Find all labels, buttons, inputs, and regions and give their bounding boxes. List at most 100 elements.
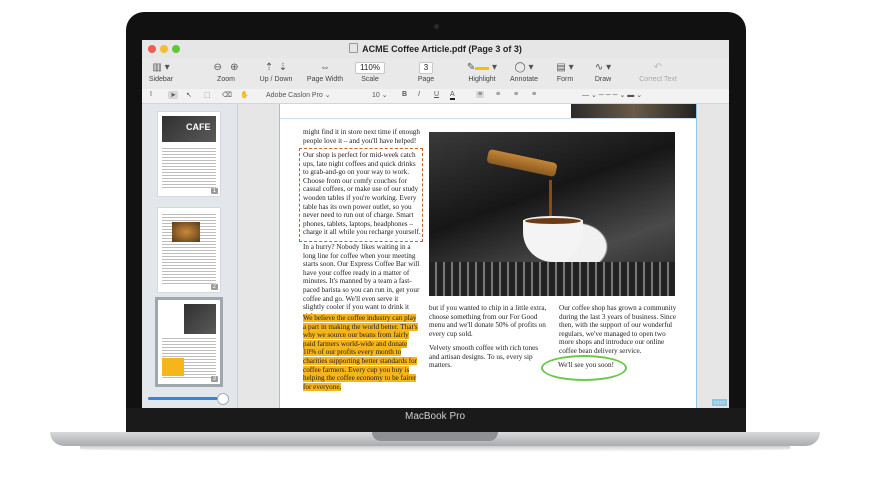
- main-toolbar: ▥ ▾ Sidebar ⊖ ⊕ Zoom ⇡ ⇣ Up / Down ⇔ Pag…: [142, 58, 729, 90]
- up-down-control[interactable]: ⇡ ⇣ Up / Down: [258, 61, 294, 83]
- highlight-button[interactable]: ✎ ▾ Highlight: [464, 61, 500, 83]
- header-photo-strip: [571, 104, 697, 118]
- laptop-notch: [372, 432, 498, 441]
- coffee-cup-rim: [523, 216, 583, 226]
- page-width-icon: ⇔: [320, 62, 330, 73]
- page-field[interactable]: 3: [408, 61, 444, 74]
- circle-drawing-annotation[interactable]: [541, 355, 627, 381]
- margin-guide-right: [696, 104, 697, 408]
- zoom-control[interactable]: ⊖ ⊕ Zoom: [206, 61, 246, 83]
- correct-text-button[interactable]: ↶ Correct Text: [634, 61, 682, 83]
- thumbnail-sidebar: CAFE 1 2 3: [142, 104, 238, 408]
- slider-fill: [148, 397, 222, 400]
- page-thumbnail[interactable]: 2: [158, 208, 220, 292]
- drip-tray: [429, 262, 675, 296]
- italic-button[interactable]: I: [418, 91, 420, 98]
- sidebar-label: Sidebar: [148, 76, 174, 83]
- scale-value[interactable]: 110%: [355, 62, 385, 74]
- page-value[interactable]: 3: [418, 62, 434, 74]
- align-left-icon[interactable]: ≡: [476, 91, 485, 98]
- speech-bubble-icon: ◯ ▾: [514, 62, 534, 73]
- highlight-pen-icon: ✎ ▾: [466, 62, 498, 73]
- highlight-label: Highlight: [468, 76, 496, 83]
- page-width-button[interactable]: ⇔ Page Width: [305, 61, 345, 83]
- thumbnail-page-number: 1: [210, 188, 218, 194]
- thumbnail-text-lines: [162, 146, 216, 190]
- thumbnail-cafe-text: CAFE: [186, 122, 211, 132]
- page-up-down-icon: ⇡ ⇣: [264, 62, 288, 73]
- zoom-label: Zoom: [217, 76, 235, 83]
- page-thumbnail-selected[interactable]: 3: [155, 297, 223, 387]
- pdf-page: might find it in store next time if enou…: [279, 104, 697, 408]
- select-arrow-tool-icon[interactable]: ➤: [168, 91, 178, 99]
- page-thumbnail[interactable]: CAFE 1: [158, 112, 220, 196]
- thumbnail-page-number: 2: [210, 284, 218, 290]
- font-size-select[interactable]: 10 ⌄: [372, 91, 388, 99]
- annotate-label: Annotate: [509, 76, 539, 83]
- hand-tool-icon[interactable]: ✋: [240, 91, 249, 99]
- sidebar-icon: ▥ ▾: [152, 62, 170, 73]
- correct-text-icon: ↶: [653, 62, 663, 73]
- annotate-button[interactable]: ◯ ▾ Annotate: [506, 61, 542, 83]
- page-width-label: Page Width: [306, 76, 344, 83]
- form-icon: ▤ ▾: [556, 62, 574, 73]
- align-right-icon[interactable]: ≡: [514, 91, 518, 98]
- page-corner-tag: ▭▭: [711, 399, 727, 406]
- highlighted-paragraph[interactable]: We believe the coffee industry can play …: [303, 314, 421, 391]
- portafilter-handle: [486, 148, 558, 178]
- thumbnail-size-slider[interactable]: [148, 393, 229, 405]
- article-paragraph[interactable]: but if you wanted to chip in a little ex…: [429, 304, 549, 338]
- page-label: Page: [417, 76, 435, 83]
- document-icon: [349, 43, 359, 53]
- scale-control[interactable]: 110% Scale: [352, 61, 388, 83]
- sidebar-button[interactable]: ▥ ▾ Sidebar: [148, 61, 174, 83]
- thumbnail-page-number: 3: [210, 376, 218, 382]
- article-paragraph[interactable]: In a hurry? Nobody likes waiting in a lo…: [303, 243, 421, 320]
- document-canvas: might find it in store next time if enou…: [238, 104, 729, 408]
- draw-icon: ∿ ▾: [594, 62, 612, 73]
- bold-button[interactable]: B: [402, 91, 407, 98]
- draw-button[interactable]: ∿ ▾ Draw: [588, 61, 618, 83]
- scale-field[interactable]: 110%: [352, 61, 388, 74]
- marquee-tool-icon[interactable]: ⬚: [204, 91, 211, 99]
- laptop-shadow: [80, 446, 790, 452]
- article-paragraph-selected[interactable]: Our shop is perfect for mid-week catch u…: [303, 151, 421, 237]
- slider-knob[interactable]: [216, 393, 229, 405]
- thumbnail-image: [172, 222, 200, 242]
- draw-label: Draw: [594, 76, 612, 83]
- thumbnail-image: [184, 304, 216, 334]
- correct-text-label: Correct Text: [639, 76, 677, 83]
- font-name: Adobe Caslon Pro: [266, 92, 323, 99]
- scale-label: Scale: [361, 76, 379, 83]
- coffee-cup: [523, 220, 583, 262]
- coffee-stream: [549, 180, 552, 220]
- form-button[interactable]: ▤ ▾ Form: [550, 61, 580, 83]
- title-bar: ACME Coffee Article.pdf (Page 3 of 3): [142, 40, 729, 58]
- thumbnail-highlight: [162, 358, 184, 376]
- line-style-control[interactable]: — ⌄ ─ ─ ─ ⌄ ▬ ⌄: [582, 91, 642, 99]
- pointer-tool-icon[interactable]: ↖: [186, 91, 192, 99]
- article-paragraph[interactable]: might find it in store next time if enou…: [303, 128, 421, 145]
- format-bar: I ➤ ↖ ⬚ ⌫ ✋ Adobe Caslon Pro ⌄ 10 ⌄ B I …: [142, 89, 729, 104]
- article-paragraph[interactable]: Velvety smooth coffee with rich tones an…: [429, 344, 549, 370]
- underline-button[interactable]: U: [434, 91, 439, 98]
- camera-dot: [434, 24, 439, 29]
- article-paragraph[interactable]: Our coffee shop has grown a community du…: [559, 304, 679, 356]
- espresso-machine-photo: [429, 132, 675, 296]
- page-control[interactable]: 3 Page: [408, 61, 444, 83]
- margin-guide-left: [279, 104, 280, 408]
- up-down-label: Up / Down: [259, 76, 293, 83]
- align-center-icon[interactable]: ≡: [496, 91, 500, 98]
- window-title-text: ACME Coffee Article.pdf (Page 3 of 3): [362, 44, 522, 54]
- window-title: ACME Coffee Article.pdf (Page 3 of 3): [142, 43, 729, 54]
- device-label: MacBook Pro: [404, 411, 466, 422]
- text-cursor-tool-icon[interactable]: I: [150, 91, 152, 98]
- form-label: Form: [556, 76, 574, 83]
- eraser-tool-icon[interactable]: ⌫: [222, 91, 232, 99]
- font-select[interactable]: Adobe Caslon Pro ⌄: [266, 91, 331, 99]
- justify-icon[interactable]: ≡: [532, 91, 536, 98]
- highlight-annotation[interactable]: We believe the coffee industry can play …: [303, 314, 418, 391]
- text-color-button[interactable]: A: [450, 91, 455, 100]
- zoom-icons: ⊖ ⊕: [213, 62, 239, 73]
- font-size: 10: [372, 92, 380, 99]
